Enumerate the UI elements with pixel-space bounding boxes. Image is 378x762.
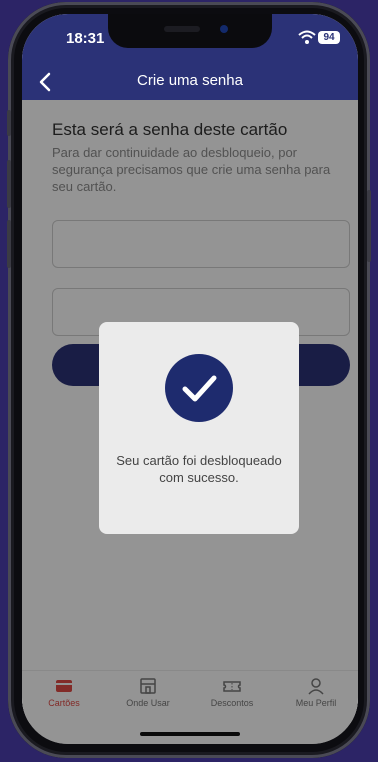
nav-bar: Crie uma senha — [22, 64, 358, 100]
status-time: 18:31 — [66, 30, 105, 47]
success-badge — [165, 354, 233, 422]
wifi-icon — [298, 30, 316, 44]
silent-switch — [7, 110, 11, 136]
volume-down-button — [7, 220, 11, 268]
modal-overlay[interactable]: Seu cartão foi desbloqueado com sucesso. — [22, 100, 358, 744]
check-icon — [182, 375, 217, 402]
page-title: Crie uma senha — [137, 72, 243, 89]
success-dialog: Seu cartão foi desbloqueado com sucesso. — [99, 322, 299, 534]
speaker-grille — [164, 26, 200, 32]
battery-indicator: 94 — [318, 31, 340, 44]
front-camera — [220, 25, 228, 33]
notch — [108, 14, 272, 48]
power-button — [367, 190, 371, 262]
phone-screen: 18:31 94 Crie uma senha Esta será a senh… — [22, 14, 358, 744]
status-bar: 18:31 94 — [22, 14, 358, 64]
success-message: Seu cartão foi desbloqueado com sucesso. — [116, 453, 282, 485]
volume-up-button — [7, 160, 11, 208]
